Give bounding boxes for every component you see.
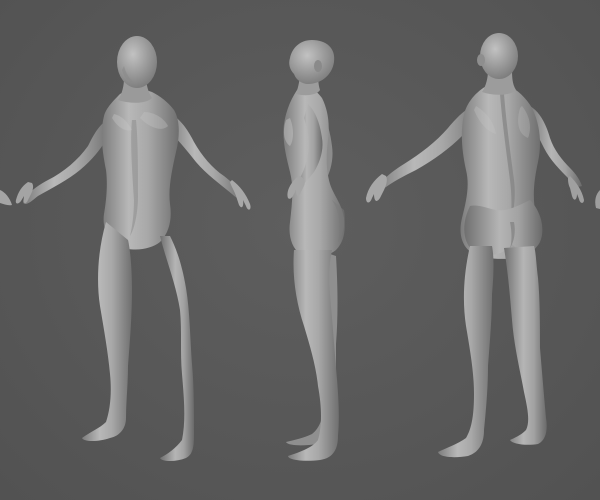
figure-3-right-leg: [504, 246, 547, 445]
sculpt-viewport: [0, 0, 600, 500]
partial-figure-left-hand: [0, 190, 12, 206]
figure-back-view: [366, 33, 584, 458]
figure-front-three-quarter: [15, 36, 251, 461]
figure-1-left-leg: [82, 222, 132, 441]
render-canvas: [0, 33, 600, 461]
figure-2-head: [289, 40, 335, 84]
figure-1-left-arm: [23, 118, 112, 204]
figure-3-left-hand: [366, 174, 387, 203]
figure-1-torso: [101, 89, 179, 250]
partial-figure-right-hand: [595, 190, 600, 209]
figure-3-head: [480, 33, 518, 79]
figure-1-right-leg: [160, 236, 194, 461]
figure-side-profile: [283, 40, 345, 461]
figure-3-left-leg: [438, 246, 494, 458]
figure-1-head: [117, 36, 157, 88]
